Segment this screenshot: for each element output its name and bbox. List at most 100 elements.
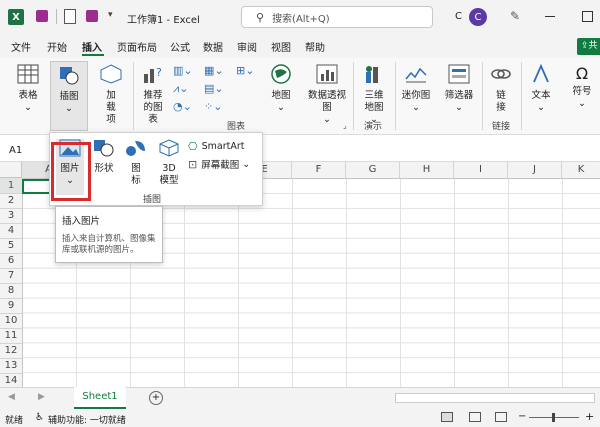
customize-toolbar-icon[interactable]: ▾: [108, 10, 113, 20]
column-chart-icon[interactable]: ▥⌄: [173, 64, 193, 77]
column-header[interactable]: J: [508, 162, 562, 179]
row-header[interactable]: 12: [0, 344, 23, 359]
document-title: 工作簿1 - Excel: [127, 15, 200, 26]
filters-button[interactable]: 筛选器 ⌄: [440, 64, 478, 114]
sparklines-button[interactable]: 迷你图 ⌄: [399, 64, 433, 114]
dialog-launcher-icon[interactable]: ⌟: [343, 121, 347, 130]
3d-model-icon: [159, 139, 179, 157]
screenshot-button[interactable]: ⊡ 屏幕截图 ⌄: [188, 157, 251, 172]
sheet-tab[interactable]: Sheet1: [74, 387, 126, 409]
row-header[interactable]: 6: [0, 254, 23, 269]
tab-help[interactable]: 帮助: [305, 39, 325, 54]
tab-data[interactable]: 数据: [203, 39, 223, 54]
row-header[interactable]: 10: [0, 314, 23, 329]
group-label-tours: 演示: [364, 122, 383, 132]
combo-chart-icon[interactable]: ⊞⌄: [236, 64, 254, 77]
row-header[interactable]: 11: [0, 329, 23, 344]
table-button[interactable]: 表格 ⌄: [12, 64, 44, 114]
row-header[interactable]: 7: [0, 269, 23, 284]
statistic-chart-icon[interactable]: ▤⌄: [204, 82, 224, 95]
row-header[interactable]: 9: [0, 299, 23, 314]
map-button[interactable]: 地图 ⌄: [266, 64, 296, 114]
avatar[interactable]: C: [469, 8, 487, 26]
illustrations-button[interactable]: 插图 ⌄: [50, 61, 88, 131]
zoom-slider-thumb[interactable]: [552, 413, 555, 422]
group-label-links: 链接: [492, 122, 511, 132]
row-header[interactable]: 4: [0, 224, 23, 239]
symbols-label: 符号: [572, 86, 592, 97]
chevron-down-icon: ⌄: [24, 102, 32, 113]
page-break-view-icon[interactable]: [495, 412, 507, 422]
line-chart-icon[interactable]: ⩘⌄: [173, 82, 188, 96]
row-header[interactable]: 13: [0, 359, 23, 374]
select-all-corner[interactable]: [0, 162, 22, 178]
pie-chart-icon[interactable]: ◔⌄: [173, 100, 192, 113]
recommended-charts-button[interactable]: ? 推荐的图表: [138, 64, 168, 126]
next-sheet-icon[interactable]: ▶: [38, 392, 45, 402]
pen-icon[interactable]: ✎: [510, 9, 520, 23]
column-header[interactable]: K: [562, 162, 600, 179]
sparkline-icon: [405, 67, 427, 83]
prev-sheet-icon[interactable]: ◀: [8, 392, 15, 402]
accessibility-status[interactable]: 辅助功能: 一切就绪: [48, 413, 126, 426]
avatar-initial: C: [474, 11, 482, 23]
name-box[interactable]: A1: [9, 145, 22, 156]
tab-file[interactable]: 文件: [11, 39, 31, 54]
share-button[interactable]: ⇪共: [577, 38, 600, 55]
scatter-chart-icon[interactable]: ⁘⌄: [204, 100, 222, 113]
3d-model-button[interactable]: 3D 模型: [154, 139, 184, 187]
tab-review[interactable]: 审阅: [237, 39, 257, 54]
new-file-icon[interactable]: [64, 9, 76, 24]
shapes-icon: [94, 140, 114, 157]
symbols-button[interactable]: Ω 符号 ⌄: [566, 64, 598, 110]
row-header[interactable]: 3: [0, 209, 23, 224]
share-icon: ⇪: [581, 41, 589, 51]
tab-home[interactable]: 开始: [47, 39, 67, 54]
minimize-icon[interactable]: [545, 16, 555, 17]
row-header[interactable]: 5: [0, 239, 23, 254]
maximize-icon[interactable]: [582, 11, 593, 22]
page-layout-view-icon[interactable]: [469, 412, 481, 422]
zoom-in-icon[interactable]: +: [585, 410, 594, 423]
pivot-chart-button[interactable]: 数据透视图 ⌄: [305, 64, 349, 126]
recommended-chart-icon: ?: [144, 66, 162, 83]
chevron-down-icon: ⌄: [277, 102, 285, 113]
shapes-button[interactable]: 形状: [90, 139, 118, 175]
horizontal-scrollbar[interactable]: [395, 393, 595, 403]
group-label-charts: 图表: [227, 122, 246, 132]
search-box[interactable]: ⚲ 搜索(Alt+Q): [241, 6, 433, 28]
save-icon[interactable]: [36, 10, 48, 22]
tab-view[interactable]: 视图: [271, 39, 291, 54]
3d-map-button[interactable]: 三维地图 ⌄: [357, 64, 391, 126]
row-header[interactable]: 8: [0, 284, 23, 299]
highlight-box: [51, 142, 91, 201]
chevron-down-icon: ⌄: [242, 158, 251, 170]
shapes-illustration-icon: [60, 67, 79, 85]
ribbon-separator: [395, 62, 396, 130]
chevron-down-icon: ⌄: [455, 102, 463, 113]
normal-view-icon[interactable]: [441, 412, 453, 422]
row-header[interactable]: 1: [0, 179, 23, 194]
text-button[interactable]: 文本 ⌄: [526, 63, 556, 114]
add-sheet-icon[interactable]: +: [149, 391, 163, 405]
column-header[interactable]: F: [292, 162, 346, 179]
column-header[interactable]: I: [454, 162, 508, 179]
zoom-out-icon[interactable]: −: [518, 411, 526, 422]
tab-formulas[interactable]: 公式: [170, 39, 190, 54]
icons-button[interactable]: 图标: [123, 139, 149, 187]
user-initial-text: C: [455, 11, 462, 22]
link-button[interactable]: 链接: [486, 64, 516, 114]
save-as-icon[interactable]: [86, 10, 98, 22]
tab-insert[interactable]: 插入: [82, 39, 102, 54]
smartart-button[interactable]: ⎔ SmartArt: [188, 140, 244, 153]
addins-button[interactable]: 加载项: [95, 64, 127, 126]
row-header[interactable]: 2: [0, 194, 23, 209]
column-header[interactable]: G: [346, 162, 400, 179]
ribbon-separator: [133, 62, 134, 130]
pivot-chart-label: 数据透视图: [307, 90, 346, 113]
hierarchy-chart-icon[interactable]: ▦⌄: [204, 64, 224, 77]
tab-page-layout[interactable]: 页面布局: [117, 39, 157, 54]
column-header[interactable]: H: [400, 162, 454, 179]
text-label: 文本: [531, 90, 551, 101]
screenshot-label: 屏幕截图: [201, 160, 240, 171]
